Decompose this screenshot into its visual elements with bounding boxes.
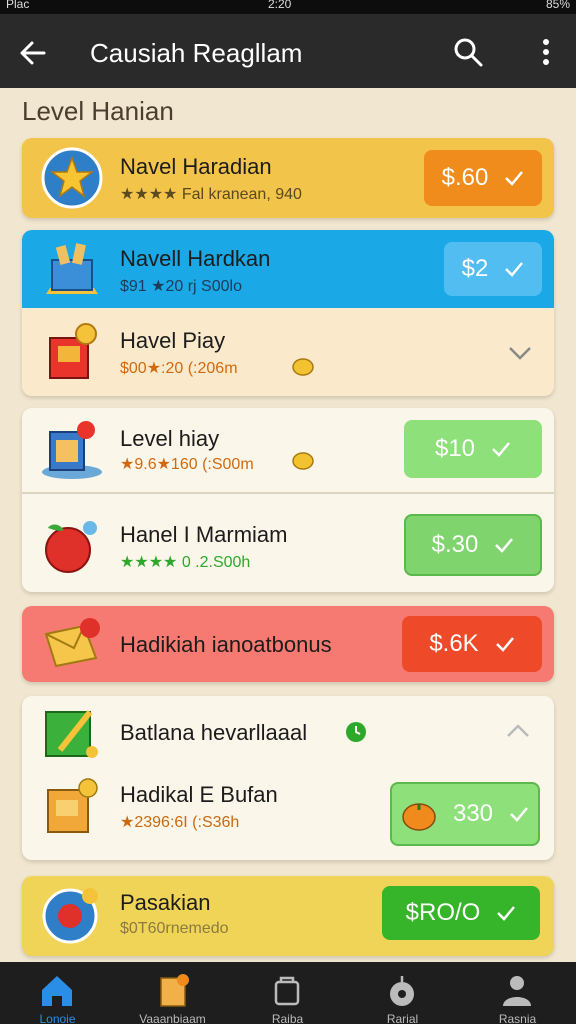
item-row-5b[interactable]: Hadikal E Bufan ★2396:6I (:S36h 330 xyxy=(22,768,554,860)
price-button[interactable]: $.60 xyxy=(424,150,542,206)
price-button[interactable]: $10 xyxy=(404,420,542,478)
target-badge-icon xyxy=(42,888,98,944)
section-title: Level Hanian xyxy=(22,96,174,126)
chevron-up-icon[interactable] xyxy=(504,718,532,746)
price-button[interactable]: $RO/O xyxy=(382,886,540,940)
item-title: Hanel I Marmiam xyxy=(120,522,288,547)
person-icon xyxy=(503,976,531,1006)
item-card-4[interactable]: Hadikiah ianoatbonus $.6K xyxy=(22,606,554,682)
price-label: 330 xyxy=(452,800,494,827)
nav-label: Rarial xyxy=(386,1012,419,1024)
clipboard-icon xyxy=(160,974,189,1007)
item-title: Hadikal E Bufan xyxy=(120,782,278,807)
price-button[interactable]: $.6K xyxy=(402,616,542,672)
item-subtitle: ★★★★ Fal kranean, 940 xyxy=(120,186,302,203)
item-subtitle: $0T60rnemedo xyxy=(120,920,229,937)
item-subtitle: ★9.6★160 (:S00m xyxy=(120,456,254,473)
envelope-icon xyxy=(44,618,100,668)
check-icon xyxy=(492,442,510,457)
item-subtitle: ★★★★ 0 .2.S00h xyxy=(120,554,251,571)
price-label: $2 xyxy=(461,255,489,282)
item-row-2b[interactable]: Havel Piay $00★:20 (:206m xyxy=(22,308,554,396)
search-icon[interactable] xyxy=(452,36,484,68)
home-icon xyxy=(42,976,72,1006)
bomb-icon xyxy=(390,976,414,1006)
price-label: $.30 xyxy=(431,531,479,558)
item-title: Havel Piay xyxy=(120,328,226,353)
nav-item-3[interactable]: Raiba xyxy=(230,962,345,1024)
nav-label: Vaaanbiaam xyxy=(139,1012,206,1024)
price-button[interactable]: $.30 xyxy=(404,514,542,576)
blue-box-icon xyxy=(42,421,102,479)
check-icon xyxy=(505,171,524,186)
price-button[interactable]: $2 xyxy=(444,242,542,296)
item-card-1[interactable]: Navel Haradian ★★★★ Fal kranean, 940 $.6… xyxy=(22,138,554,218)
back-arrow-icon[interactable] xyxy=(18,38,48,68)
item-subtitle: $00★:20 (:206m xyxy=(120,360,238,377)
star-badge-icon xyxy=(41,147,103,209)
nav-item-4[interactable]: Rarial xyxy=(345,962,460,1024)
orange-chest-icon xyxy=(47,778,98,833)
item-subtitle: ★2396:6I (:S36h xyxy=(120,814,240,831)
item-row-2a[interactable]: Navell Hardkan $91 ★20 rj S00lo $2 xyxy=(22,230,554,308)
item-title: Navel Haradian xyxy=(120,154,272,179)
item-card-2: Navell Hardkan $91 ★20 rj S00lo $2 Havel… xyxy=(22,230,554,396)
check-icon xyxy=(510,807,528,822)
check-icon xyxy=(495,637,514,652)
item-title: Batlana hevarllaaal xyxy=(120,720,308,745)
item-subtitle: $91 ★20 rj S00lo xyxy=(120,278,242,295)
nav-label: Lonoie xyxy=(39,1012,76,1024)
nav-item-profile[interactable]: Rasnia xyxy=(460,962,575,1024)
bag-icon xyxy=(274,976,300,1006)
app-title: Causiah Reagllam xyxy=(90,38,303,68)
check-icon xyxy=(505,262,524,277)
status-left: Plac xyxy=(6,0,30,11)
more-vert-icon[interactable] xyxy=(536,36,556,68)
price-label: $.60 xyxy=(441,164,489,191)
status-battery: 85% xyxy=(545,0,570,11)
check-icon xyxy=(497,906,516,921)
item-card-5: Batlana hevarllaaal Hadikal E Bufan ★239… xyxy=(22,696,554,860)
green-box-icon xyxy=(45,710,98,758)
status-bar: Plac 2:20 85% xyxy=(0,0,576,14)
nav-label: Rasnia xyxy=(498,1012,537,1024)
app-bar: Causiah Reagllam xyxy=(0,14,576,88)
coin-icon xyxy=(292,358,314,376)
item-title: Level hiay xyxy=(120,426,220,451)
item-row-3a[interactable]: Level hiay ★9.6★160 (:S00m $10 xyxy=(22,408,554,492)
coin-icon xyxy=(292,452,314,470)
red-gift-icon xyxy=(49,323,97,379)
bottom-nav: Lonoie Vaaanbiaam Raiba Rarial Rasnia xyxy=(0,962,576,1024)
item-title: Hadikiah ianoatbonus xyxy=(120,632,332,657)
item-title: Navell Hardkan xyxy=(120,246,271,271)
chevron-down-icon[interactable] xyxy=(506,338,534,366)
pumpkin-icon xyxy=(402,803,436,831)
item-card-3: Level hiay ★9.6★160 (:S00m $10 Hanel I M… xyxy=(22,408,554,592)
nav-label: Raiba xyxy=(271,1012,304,1024)
item-card-6[interactable]: Pasakian $0T60rnemedo $RO/O xyxy=(22,876,554,956)
item-row-5a[interactable]: Batlana hevarllaaal xyxy=(22,696,554,768)
item-row-3b[interactable]: Hanel I Marmiam ★★★★ 0 .2.S00h $.30 xyxy=(22,494,554,592)
check-icon xyxy=(495,538,514,553)
nav-item-2[interactable]: Vaaanbiaam xyxy=(115,962,230,1024)
clock-badge-icon xyxy=(346,722,366,742)
price-button[interactable]: 330 xyxy=(390,782,540,846)
price-label: $10 xyxy=(434,435,476,462)
price-label: $RO/O xyxy=(405,899,481,926)
apple-icon xyxy=(45,521,97,573)
status-time: 2:20 xyxy=(268,0,292,11)
nav-item-home[interactable]: Lonoie xyxy=(0,962,115,1024)
item-title: Pasakian xyxy=(120,890,211,915)
price-label: $.6K xyxy=(429,630,479,657)
gift-box-icon xyxy=(46,243,98,294)
